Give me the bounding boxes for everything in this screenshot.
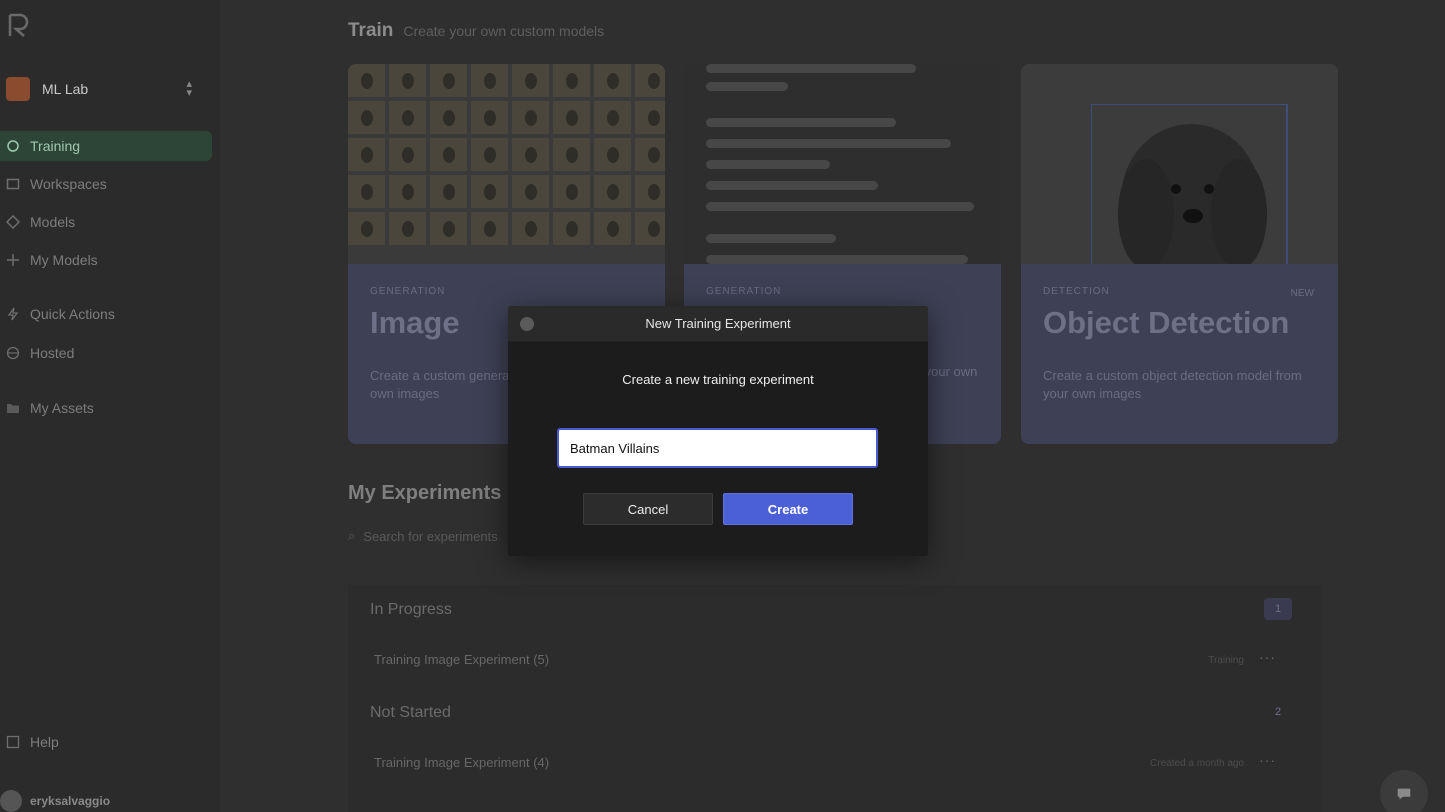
- card-dog-preview: [1021, 64, 1338, 264]
- workspaces-icon: [6, 177, 20, 191]
- experiments-search[interactable]: ⌕ Search for experiments: [348, 528, 498, 544]
- sidebar-item-quick-actions[interactable]: Quick Actions: [0, 299, 212, 329]
- sidebar: ML Lab ▴ ▾ Training Workspaces Models My …: [0, 0, 220, 812]
- new-badge: NEW: [1290, 288, 1314, 299]
- card-image-preview: [348, 64, 665, 264]
- app-logo-icon[interactable]: [6, 12, 32, 38]
- search-placeholder: Search for experiments: [363, 528, 498, 544]
- close-icon[interactable]: [520, 317, 534, 331]
- card-body: NEW Detection Object Detection Create a …: [1021, 264, 1338, 444]
- user-profile[interactable]: eryksalvaggio: [0, 790, 110, 812]
- sidebar-item-help[interactable]: Help: [0, 727, 212, 757]
- avatar: [0, 790, 22, 812]
- sidebar-item-my-assets[interactable]: My Assets: [0, 393, 212, 423]
- help-icon: [6, 735, 20, 749]
- hosted-icon: [6, 346, 20, 360]
- quick-actions-icon: [6, 307, 20, 321]
- models-icon: [5, 214, 21, 230]
- sidebar-item-my-models[interactable]: My Models: [0, 245, 212, 275]
- page-title: Train: [348, 20, 394, 41]
- experiments-panel: In Progress 1 Training Image Experiment …: [348, 585, 1322, 812]
- row-status: Training: [1208, 655, 1244, 666]
- new-experiment-dialog: New Training Experiment Create a new tra…: [508, 306, 928, 556]
- app-window: ML Lab ▴ ▾ Training Workspaces Models My …: [0, 0, 1445, 812]
- search-icon: ⌕: [348, 528, 356, 543]
- card-description: Create a custom object detection model f…: [1043, 368, 1302, 401]
- create-button[interactable]: Create: [723, 493, 853, 525]
- workspace-switcher[interactable]: ML Lab ▴ ▾: [6, 76, 206, 102]
- card-title: Object Detection: [1043, 305, 1290, 340]
- sidebar-item-label: Quick Actions: [30, 306, 115, 322]
- sidebar-item-models[interactable]: Models: [0, 207, 212, 237]
- folder-icon: [6, 401, 20, 415]
- table-row[interactable]: Training Image Experiment (5): [374, 652, 549, 667]
- sidebar-item-training[interactable]: Training: [0, 131, 212, 161]
- group-title-in-progress: In Progress: [370, 601, 452, 618]
- card-object-detection[interactable]: NEW Detection Object Detection Create a …: [1021, 64, 1338, 444]
- sidebar-item-label: Workspaces: [30, 176, 107, 192]
- count-badge: 2: [1274, 706, 1282, 718]
- sidebar-item-hosted[interactable]: Hosted: [0, 338, 212, 368]
- dialog-title: New Training Experiment: [645, 316, 791, 331]
- sidebar-item-label: Training: [30, 138, 81, 154]
- dialog-header: New Training Experiment: [508, 306, 928, 342]
- workspace-name: ML Lab: [42, 81, 89, 97]
- my-models-icon: [6, 253, 20, 267]
- card-kicker: Generation: [370, 286, 446, 297]
- row-status: Created a month ago: [1150, 758, 1244, 769]
- experiment-name-input[interactable]: [557, 428, 878, 468]
- sidebar-item-label: Models: [30, 214, 76, 230]
- more-options-icon[interactable]: ···: [1259, 752, 1276, 768]
- username: eryksalvaggio: [30, 794, 111, 808]
- sidebar-item-workspaces[interactable]: Workspaces: [0, 169, 212, 199]
- page-header: Train Create your own custom models: [348, 20, 604, 42]
- card-kicker: Generation: [706, 286, 782, 297]
- group-title-not-started: Not Started: [370, 704, 451, 721]
- table-row[interactable]: Training Image Experiment (4): [374, 755, 549, 770]
- cancel-button[interactable]: Cancel: [583, 493, 713, 525]
- card-text-preview: [684, 64, 1001, 264]
- experiments-title: My Experiments: [348, 482, 502, 504]
- sidebar-item-label: Help: [30, 734, 59, 750]
- training-icon: [6, 139, 20, 153]
- dog-image: [1091, 104, 1288, 264]
- chat-icon: [1397, 788, 1411, 800]
- page-subtitle: Create your own custom models: [403, 23, 605, 39]
- count-badge: 1: [1264, 598, 1292, 620]
- dialog-prompt: Create a new training experiment: [622, 372, 814, 387]
- sidebar-item-label: My Models: [30, 252, 98, 268]
- sidebar-item-label: My Assets: [30, 400, 94, 416]
- chevron-updown-icon: ▴ ▾: [186, 78, 192, 99]
- workspace-avatar: [6, 77, 30, 101]
- sidebar-item-label: Hosted: [30, 345, 75, 361]
- more-options-icon[interactable]: ···: [1259, 649, 1276, 665]
- chat-support-button[interactable]: [1380, 770, 1428, 812]
- card-kicker: Detection: [1043, 286, 1110, 297]
